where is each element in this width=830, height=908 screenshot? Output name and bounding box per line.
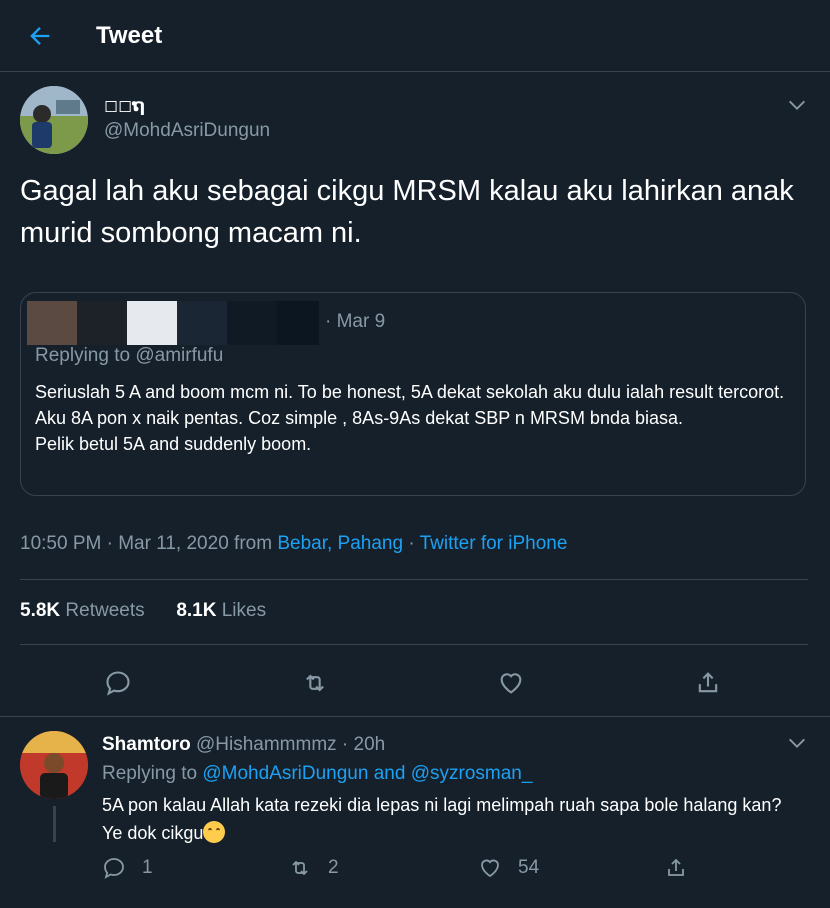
- reply-share-button[interactable]: [664, 856, 704, 880]
- page-title: Tweet: [96, 22, 163, 49]
- reply-replying-to: Replying to @MohdAsriDungun and @syzrosm…: [102, 763, 532, 785]
- replying-user-link[interactable]: @MohdAsriDungun: [202, 763, 368, 784]
- quoted-tweet[interactable]: · Mar 9 Replying to @amirfufu Seriuslah …: [20, 292, 806, 496]
- top-bar: Tweet: [0, 0, 830, 72]
- redacted-name: [127, 301, 177, 345]
- location-link[interactable]: Bebar, Pahang: [277, 533, 403, 554]
- redacted-name: [77, 301, 127, 345]
- replying-user-link[interactable]: @syzrosman_: [411, 763, 533, 784]
- retweets-count: 5.8K: [20, 600, 61, 621]
- reply-retweet-button[interactable]: 2: [288, 856, 339, 880]
- likes-label: Likes: [221, 600, 267, 621]
- reply-text: 5A pon kalau Allah kata rezeki dia lepas…: [102, 791, 802, 847]
- retweet-icon: [292, 860, 308, 876]
- thread-line: [53, 806, 56, 842]
- reply-header: Shamtoro @Hishammmmz · 20h: [102, 734, 385, 756]
- reply-reply-button[interactable]: 1: [102, 856, 153, 880]
- reply-icon: [104, 858, 124, 879]
- divider: [0, 716, 830, 717]
- reply-icon[interactable]: [104, 669, 132, 697]
- like-icon[interactable]: [497, 669, 525, 697]
- likes-stat[interactable]: 8.1K Likes: [176, 600, 266, 621]
- reply-avatar[interactable]: [20, 731, 88, 799]
- quote-date: · Mar 9: [325, 311, 386, 332]
- divider: [20, 644, 808, 645]
- author-handle[interactable]: @MohdAsriDungun: [104, 120, 270, 142]
- source-link[interactable]: Twitter for iPhone: [420, 533, 568, 554]
- replying-prefix: Replying to: [102, 763, 203, 784]
- meta-separator: ·: [403, 533, 420, 554]
- quote-replying-to: Replying to @amirfufu: [35, 345, 224, 366]
- tweet-meta: 10:50 PM · Mar 11, 2020 from Bebar, Paha…: [20, 533, 567, 555]
- tweet-stats: 5.8K Retweets 8.1K Likes: [20, 600, 266, 622]
- quote-text: Seriuslah 5 A and boom mcm ni. To be hon…: [35, 382, 785, 454]
- reply-author-name[interactable]: Shamtoro: [102, 734, 191, 755]
- back-arrow-icon[interactable]: [26, 22, 54, 50]
- redacted-handle: [227, 301, 277, 345]
- reply-like-button[interactable]: 54: [478, 856, 539, 880]
- author-avatar[interactable]: [20, 86, 88, 154]
- like-icon: [481, 859, 499, 878]
- share-icon: [668, 858, 684, 876]
- share-icon[interactable]: [694, 669, 722, 697]
- smiling-face-emoji-icon: [203, 821, 226, 843]
- chevron-down-icon[interactable]: [786, 94, 808, 116]
- likes-count: 8.1K: [176, 600, 217, 621]
- retweets-label: Retweets: [65, 600, 145, 621]
- tweet-timestamp: 10:50 PM · Mar 11, 2020 from: [20, 533, 278, 554]
- chevron-down-icon[interactable]: [786, 732, 808, 754]
- redacted-avatar: [27, 301, 77, 345]
- author-name[interactable]: ◻◻ຖ: [104, 96, 145, 116]
- retweets-stat[interactable]: 5.8K Retweets: [20, 600, 145, 621]
- replying-and: and: [368, 763, 411, 784]
- redacted-handle: [277, 301, 319, 345]
- divider: [20, 579, 808, 580]
- reply-handle-time[interactable]: @Hishammmmz · 20h: [196, 734, 385, 755]
- redacted-name: [177, 301, 227, 345]
- reply-count: 1: [142, 857, 153, 878]
- retweet-icon[interactable]: [301, 669, 329, 697]
- like-count: 54: [518, 857, 540, 878]
- tweet-text: Gagal lah aku sebagai cikgu MRSM kalau a…: [20, 175, 794, 249]
- retweet-count: 2: [328, 857, 339, 878]
